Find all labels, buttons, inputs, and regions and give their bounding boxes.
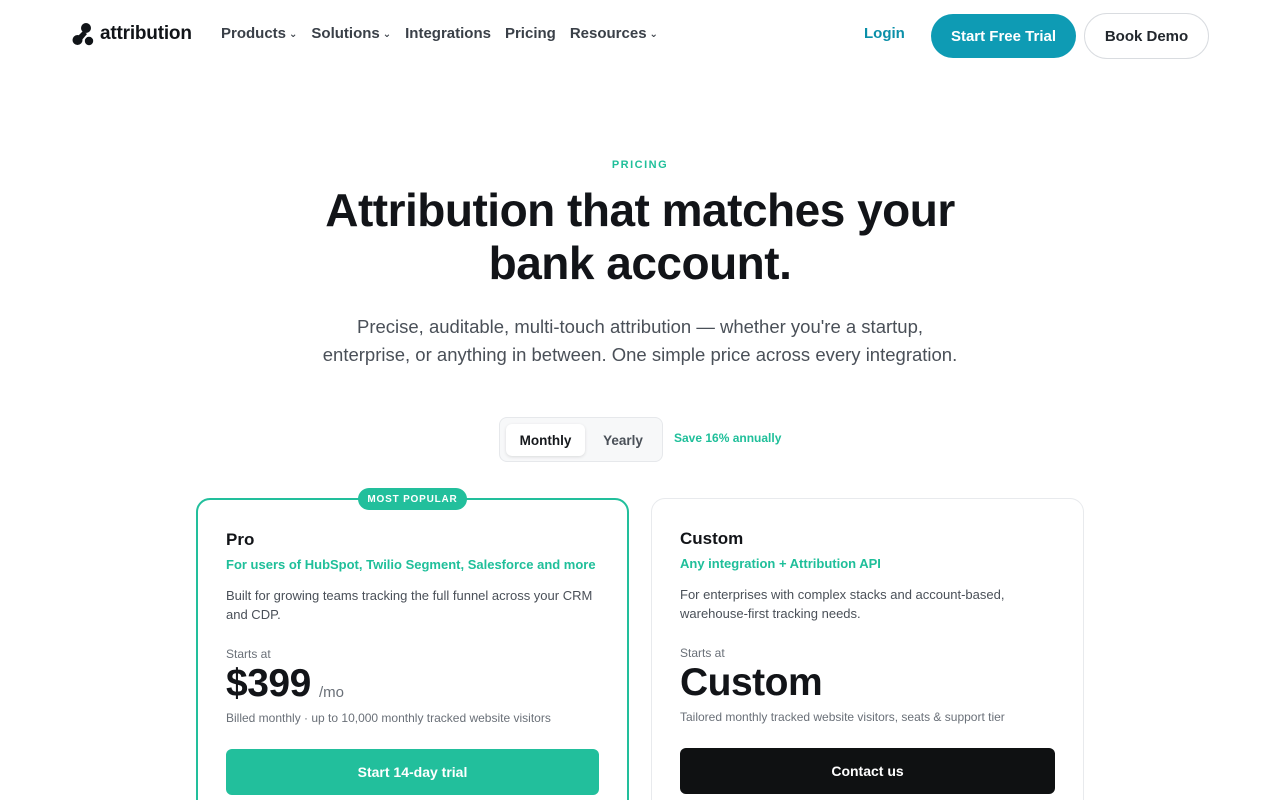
nav-item-solutions[interactable]: Solutions ⌄ — [311, 25, 391, 42]
page-subtitle: Precise, auditable, multi-touch attribut… — [322, 316, 958, 365]
nav-item-resources[interactable]: Resources ⌄ — [570, 25, 658, 42]
billing-note-custom: Tailored monthly tracked website visitor… — [680, 710, 1005, 724]
brand-name: attribution — [100, 23, 192, 44]
nav-item-pricing[interactable]: Pricing — [505, 25, 556, 42]
plan-tagline-pro: For users of HubSpot, Twilio Segment, Sa… — [226, 557, 596, 572]
book-demo-button[interactable]: Book Demo — [1084, 13, 1209, 59]
nav-item-label: Solutions — [311, 25, 380, 42]
starts-at-label-pro: Starts at — [226, 647, 271, 661]
start-free-trial-button[interactable]: Start Free Trial — [931, 14, 1076, 58]
price-period-pro: /mo — [319, 684, 345, 701]
page-title: Attribution that matches your bank accou… — [325, 184, 955, 289]
plan-name-pro: Pro — [226, 530, 255, 549]
nav-item-label: Integrations — [405, 25, 491, 42]
top-navigation: attribution Products ⌄ Solutions ⌄ Integ… — [0, 0, 1280, 70]
plan-description-custom: For enterprises with complex stacks and … — [680, 587, 1005, 621]
nav-links: Products ⌄ Solutions ⌄ Integrations Pric… — [221, 25, 658, 42]
annual-savings-note: Save 16% annually — [674, 431, 782, 445]
most-popular-badge: MOST POPULAR — [358, 488, 467, 510]
chevron-down-icon: ⌄ — [289, 29, 298, 40]
billing-note-pro: Billed monthly · up to 10,000 monthly tr… — [226, 711, 551, 725]
billing-option-monthly[interactable]: Monthly — [506, 424, 585, 456]
plan-tagline-custom: Any integration + Attribution API — [680, 556, 881, 571]
chevron-down-icon: ⌄ — [649, 29, 658, 40]
section-eyebrow: PRICING — [611, 159, 669, 171]
nav-item-products[interactable]: Products ⌄ — [221, 25, 297, 42]
nav-item-label: Resources — [569, 25, 647, 42]
attribution-logo-icon — [72, 23, 94, 46]
start-trial-button[interactable]: Start 14-day trial — [226, 749, 599, 795]
plan-price-custom: Custom — [680, 661, 823, 704]
starts-at-label-custom: Starts at — [680, 646, 725, 660]
plan-description-pro: Built for growing teams tracking the ful… — [226, 588, 593, 622]
login-link[interactable]: Login — [864, 25, 905, 42]
billing-option-yearly[interactable]: Yearly — [588, 424, 658, 456]
chevron-down-icon: ⌄ — [382, 29, 392, 40]
plan-price-pro: $399 — [226, 662, 311, 705]
plan-name-custom: Custom — [680, 529, 744, 548]
nav-item-label: Pricing — [504, 25, 556, 42]
nav-item-label: Products — [221, 25, 287, 42]
billing-toggle: Monthly Yearly — [499, 417, 663, 462]
nav-item-integrations[interactable]: Integrations — [405, 25, 491, 42]
brand-logo[interactable]: attribution — [72, 22, 192, 46]
contact-us-button[interactable]: Contact us — [680, 748, 1055, 794]
